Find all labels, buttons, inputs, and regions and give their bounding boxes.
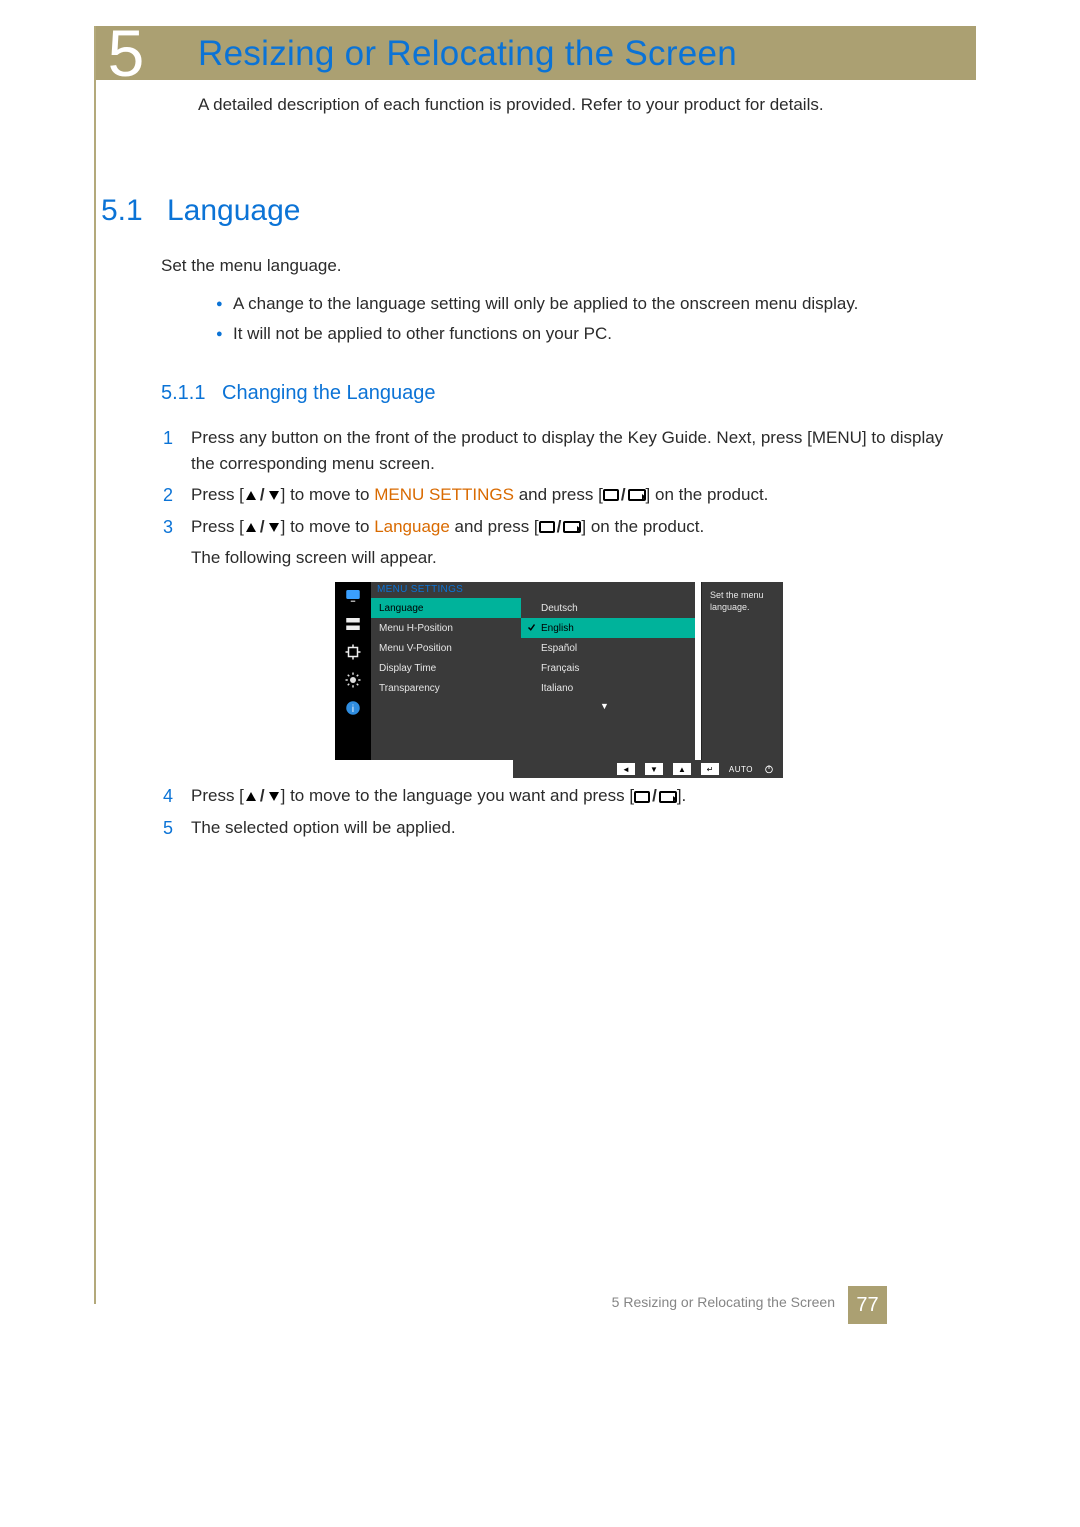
enter-button-icon: ↵ <box>701 763 719 775</box>
more-down-icon: ▼ <box>600 701 609 711</box>
bullet-dot-icon: ● <box>216 298 223 310</box>
up-down-icon: / <box>244 783 281 809</box>
osd-option: Français <box>521 658 695 678</box>
step-text: Press any button on the front of the pro… <box>191 425 963 478</box>
osd-menu-item: Display Time <box>371 658 521 678</box>
osd-screenshot: i MENU SETTINGS Language Menu H-Position… <box>335 582 715 760</box>
chapter-title: Resizing or Relocating the Screen <box>198 34 737 74</box>
chapter-number: 5 <box>108 26 141 80</box>
language-link: Language <box>374 517 450 536</box>
osd-menu-list: Language Menu H-Position Menu V-Position… <box>371 598 521 698</box>
auto-label: AUTO <box>729 765 753 774</box>
step-number: 1 <box>163 425 191 453</box>
osd-sidebar: i <box>335 582 371 760</box>
footer-chapter-title: 5 Resizing or Relocating the Screen <box>612 1294 835 1310</box>
note-item: ●A change to the language setting will o… <box>233 294 858 314</box>
osd-menu-item: Menu V-Position <box>371 638 521 658</box>
osd-option: Italiano <box>521 678 695 698</box>
gear-icon <box>335 666 371 694</box>
up-down-icon: / <box>244 514 281 540</box>
step-5: 5 The selected option will be applied. <box>163 815 963 843</box>
box-enter-icon: / <box>603 482 646 508</box>
back-button-icon: ◄ <box>617 763 635 775</box>
osd-help-panel: Set the menu language. <box>701 582 783 760</box>
osd-menu-item: Language <box>371 598 521 618</box>
menu-label: MENU <box>812 428 862 447</box>
box-enter-icon: / <box>634 783 677 809</box>
step-4: 4 Press [/] to move to the language you … <box>163 783 963 811</box>
picture-icon <box>335 610 371 638</box>
box-enter-icon: / <box>539 514 582 540</box>
osd-option: Español <box>521 638 695 658</box>
osd-option: Deutsch <box>521 598 695 618</box>
osd-menu-item: Transparency <box>371 678 521 698</box>
section-lead: Set the menu language. <box>161 256 342 276</box>
osd-button-bar: ◄ ▼ ▲ ↵ AUTO <box>513 760 783 778</box>
page-number: 77 <box>856 1294 878 1317</box>
vertical-divider <box>94 26 96 1304</box>
step-1: 1 Press any button on the front of the p… <box>163 425 963 478</box>
resize-icon <box>335 638 371 666</box>
menu-settings-link: MENU SETTINGS <box>374 485 514 504</box>
chapter-number-box: 5 <box>96 26 152 80</box>
osd-title: MENU SETTINGS <box>377 584 463 595</box>
step-text: Press [/] to move to the language you wa… <box>191 783 963 810</box>
osd-menu-item: Menu H-Position <box>371 618 521 638</box>
subsection-number: 5.1.1 <box>161 382 205 405</box>
note-text: A change to the language setting will on… <box>233 294 858 313</box>
note-item: ●It will not be applied to other functio… <box>233 324 858 344</box>
power-icon <box>763 763 775 775</box>
step-2: 2 Press [/] to move to MENU SETTINGS and… <box>163 482 963 510</box>
footer-page-box: 77 <box>848 1286 887 1324</box>
checkmark-icon <box>526 623 537 632</box>
step-text: The selected option will be applied. <box>191 815 963 841</box>
osd-window: i MENU SETTINGS Language Menu H-Position… <box>335 582 695 760</box>
monitor-icon <box>335 582 371 610</box>
bullet-dot-icon: ● <box>216 328 223 340</box>
svg-text:i: i <box>352 704 354 715</box>
step-text: Press [/] to move to MENU SETTINGS and p… <box>191 482 963 509</box>
subsection-title: Changing the Language <box>222 382 436 405</box>
step-number: 3 <box>163 514 191 542</box>
step-3: 3 Press [/] to move to Language and pres… <box>163 514 963 542</box>
section-title: Language <box>167 194 300 228</box>
step-number: 5 <box>163 815 191 843</box>
section-number: 5.1 <box>101 194 143 228</box>
steps-block-2: 4 Press [/] to move to the language you … <box>163 783 963 847</box>
step-number: 4 <box>163 783 191 811</box>
note-text: It will not be applied to other function… <box>233 324 612 343</box>
steps-block-1: 1 Press any button on the front of the p… <box>163 425 963 572</box>
step-number: 2 <box>163 482 191 510</box>
osd-option-list: Deutsch English Español Français Italian… <box>521 598 695 698</box>
up-button-icon: ▲ <box>673 763 691 775</box>
info-icon: i <box>335 694 371 722</box>
up-down-icon: / <box>244 482 281 508</box>
step-text: Press [/] to move to Language and press … <box>191 514 963 541</box>
down-button-icon: ▼ <box>645 763 663 775</box>
chapter-intro: A detailed description of each function … <box>198 95 824 115</box>
note-list: ●A change to the language setting will o… <box>233 294 858 354</box>
osd-option-selected: English <box>521 618 695 638</box>
step-3-followup: The following screen will appear. <box>191 545 963 571</box>
